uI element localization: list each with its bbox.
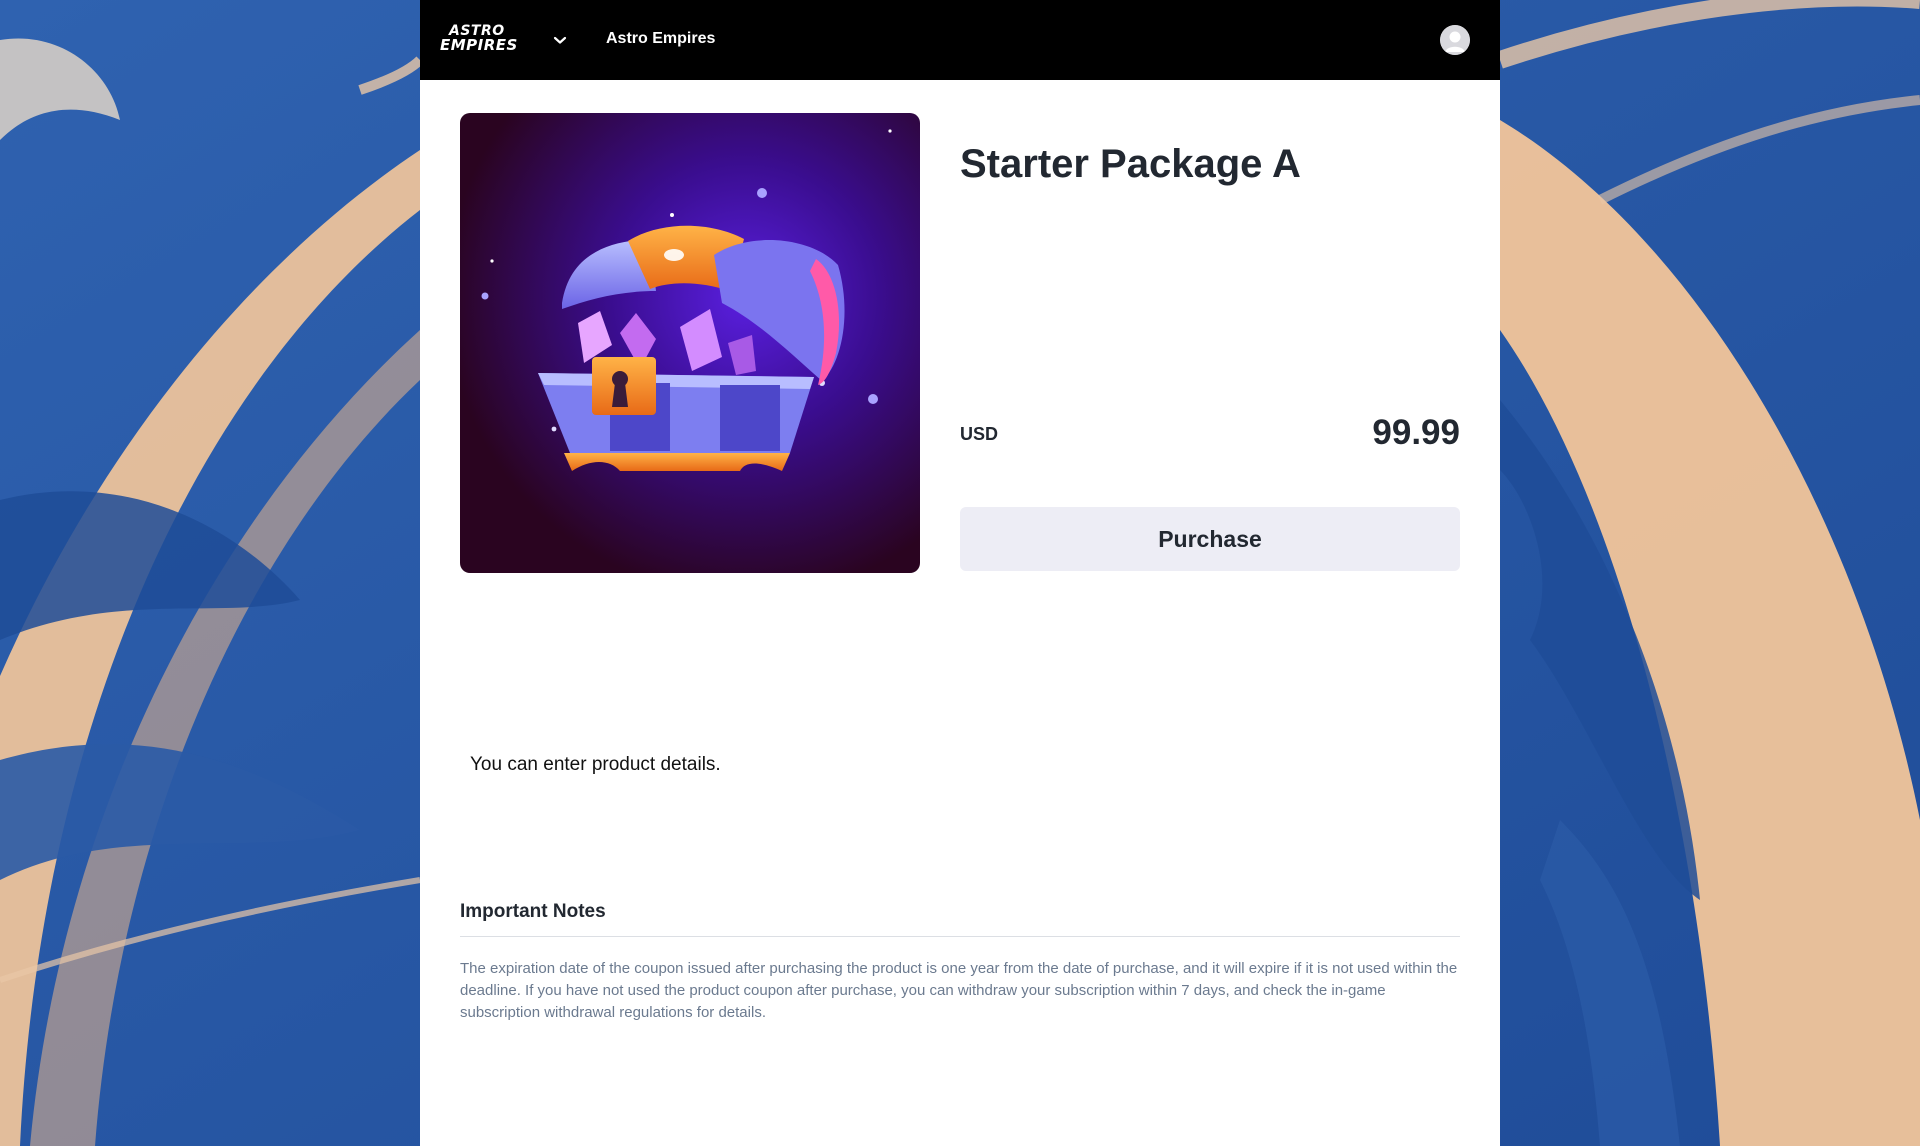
product-details-text: You can enter product details. — [470, 754, 721, 775]
currency-label: USD — [960, 424, 999, 444]
product-price: 99.99 — [1372, 413, 1460, 452]
logo-text-bottom: Empires — [440, 36, 518, 54]
user-avatar-icon[interactable] — [1440, 25, 1470, 55]
product-title: Starter Package A — [960, 142, 1301, 186]
astro-empires-logo[interactable]: Astro Empires — [440, 24, 534, 56]
notes-divider — [460, 936, 1460, 937]
game-title-link[interactable]: Astro Empires — [606, 30, 715, 48]
important-notes-heading: Important Notes — [460, 901, 606, 922]
product-panel: Astro Empires Astro Empires — [420, 0, 1500, 1146]
product-image — [460, 113, 920, 573]
chevron-down-icon[interactable] — [550, 30, 570, 50]
top-navigation-bar: Astro Empires Astro Empires — [420, 0, 1500, 80]
important-notes-text: The expiration date of the coupon issued… — [460, 960, 1458, 1021]
treasure-chest-icon — [460, 113, 920, 573]
purchase-button[interactable]: Purchase — [960, 507, 1460, 571]
